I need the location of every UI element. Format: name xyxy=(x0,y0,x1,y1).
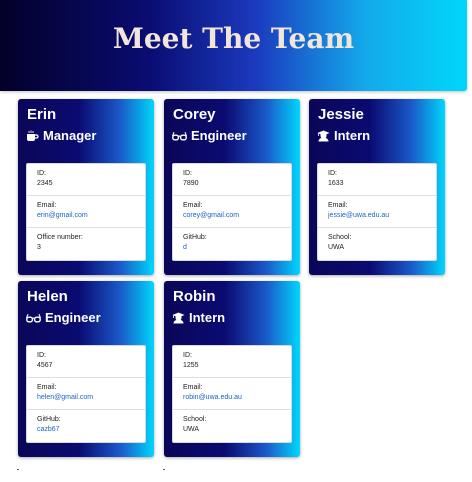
info-row: ID: 1255 xyxy=(173,346,291,378)
info-link[interactable]: cazb67 xyxy=(37,424,145,436)
employee-role: Engineer xyxy=(26,310,101,325)
glasses-icon xyxy=(26,313,41,323)
info-link[interactable]: robin@uwa.edu.au xyxy=(183,392,291,404)
info-label: Email: xyxy=(183,384,203,391)
info-label: ID: xyxy=(183,170,192,177)
info-row: Email: corey@gmail.com xyxy=(173,196,291,228)
graduate-icon xyxy=(172,312,185,324)
employee-role-label: Intern xyxy=(189,310,226,325)
employee-card: Helen Engineer ID: 4567 Email: helen@gmail.co… xyxy=(18,281,154,457)
employee-role-label: Engineer xyxy=(191,128,247,143)
info-list: ID: 1255 Email: robin@uwa.edu.au School: UWA xyxy=(172,345,292,443)
info-label: ID: xyxy=(37,352,46,359)
info-value: 3 xyxy=(37,244,41,251)
employee-name: Robin xyxy=(173,288,216,305)
info-label: ID: xyxy=(37,170,46,177)
employee-card: Corey Engineer ID: 7890 Email: corey@gmail.co… xyxy=(164,99,300,275)
employee-card: Robin Intern ID: 1255 Email: robin@uwa.edu.au… xyxy=(164,281,300,457)
employee-role-label: Engineer xyxy=(45,310,101,325)
info-label: Office number: xyxy=(37,234,83,241)
info-value: 1633 xyxy=(328,180,344,187)
info-row: GitHub: d xyxy=(173,228,291,260)
info-row: ID: 2345 xyxy=(27,164,145,196)
graduate-icon xyxy=(317,130,330,142)
info-label: ID: xyxy=(183,352,192,359)
employee-card: Erin Manager ID: 2345 Email: erin@gmail.com Of… xyxy=(18,99,154,275)
employee-role-label: Manager xyxy=(43,128,97,143)
info-link[interactable]: erin@gmail.com xyxy=(37,210,145,222)
employee-card: Jessie Intern ID: 1633 Email: jessie@uwa.edu.… xyxy=(309,99,445,275)
info-value: UWA xyxy=(183,426,200,433)
info-link[interactable]: helen@gmail.com xyxy=(37,392,145,404)
info-label: School: xyxy=(183,416,207,423)
info-value: 1255 xyxy=(183,362,199,369)
info-label: Email: xyxy=(37,202,57,209)
info-row: School: UWA xyxy=(318,228,436,260)
info-row: ID: 7890 xyxy=(173,164,291,196)
info-link[interactable]: jessie@uwa.edu.au xyxy=(328,210,436,222)
info-list: ID: 4567 Email: helen@gmail.com GitHub: cazb6… xyxy=(26,345,146,443)
info-row: Email: helen@gmail.com xyxy=(27,378,145,410)
info-list: ID: 7890 Email: corey@gmail.com GitHub: d xyxy=(172,163,292,261)
employee-name: Erin xyxy=(27,106,57,123)
info-row: ID: 4567 xyxy=(27,346,145,378)
info-row: GitHub: cazb67 xyxy=(27,410,145,442)
info-label: ID: xyxy=(328,170,337,177)
employee-name: Corey xyxy=(173,106,216,123)
header-banner: Meet The Team xyxy=(0,0,467,91)
info-row: Email: erin@gmail.com xyxy=(27,196,145,228)
employee-role: Engineer xyxy=(172,128,247,143)
info-row: Office number: 3 xyxy=(27,228,145,260)
info-row: Email: robin@uwa.edu.au xyxy=(173,378,291,410)
info-label: School: xyxy=(328,234,352,241)
employee-role-label: Intern xyxy=(334,128,371,143)
info-value: 7890 xyxy=(183,180,199,187)
info-link[interactable]: d xyxy=(183,242,291,254)
coffee-icon xyxy=(26,130,39,142)
info-row: Email: jessie@uwa.edu.au xyxy=(318,196,436,228)
info-row: ID: 1633 xyxy=(318,164,436,196)
info-link[interactable]: corey@gmail.com xyxy=(183,210,291,222)
employee-role: Manager xyxy=(26,128,96,143)
info-list: ID: 2345 Email: erin@gmail.com Office number… xyxy=(26,163,146,261)
glasses-icon xyxy=(172,131,187,141)
info-value: UWA xyxy=(328,244,345,251)
info-value: 2345 xyxy=(37,180,53,187)
info-list: ID: 1633 Email: jessie@uwa.edu.au School: UWA xyxy=(317,163,437,261)
info-label: Email: xyxy=(328,202,348,209)
divider-mark xyxy=(17,469,19,470)
divider-mark xyxy=(163,469,165,470)
employee-name: Jessie xyxy=(318,106,364,123)
info-label: GitHub: xyxy=(37,416,61,423)
info-value: 4567 xyxy=(37,362,53,369)
info-row: School: UWA xyxy=(173,410,291,442)
employee-role: Intern xyxy=(317,128,370,143)
info-label: Email: xyxy=(183,202,203,209)
page-title: Meet The Team xyxy=(112,22,355,55)
employee-name: Helen xyxy=(27,288,68,305)
info-label: GitHub: xyxy=(183,234,207,241)
employee-role: Intern xyxy=(172,310,225,325)
info-label: Email: xyxy=(37,384,57,391)
